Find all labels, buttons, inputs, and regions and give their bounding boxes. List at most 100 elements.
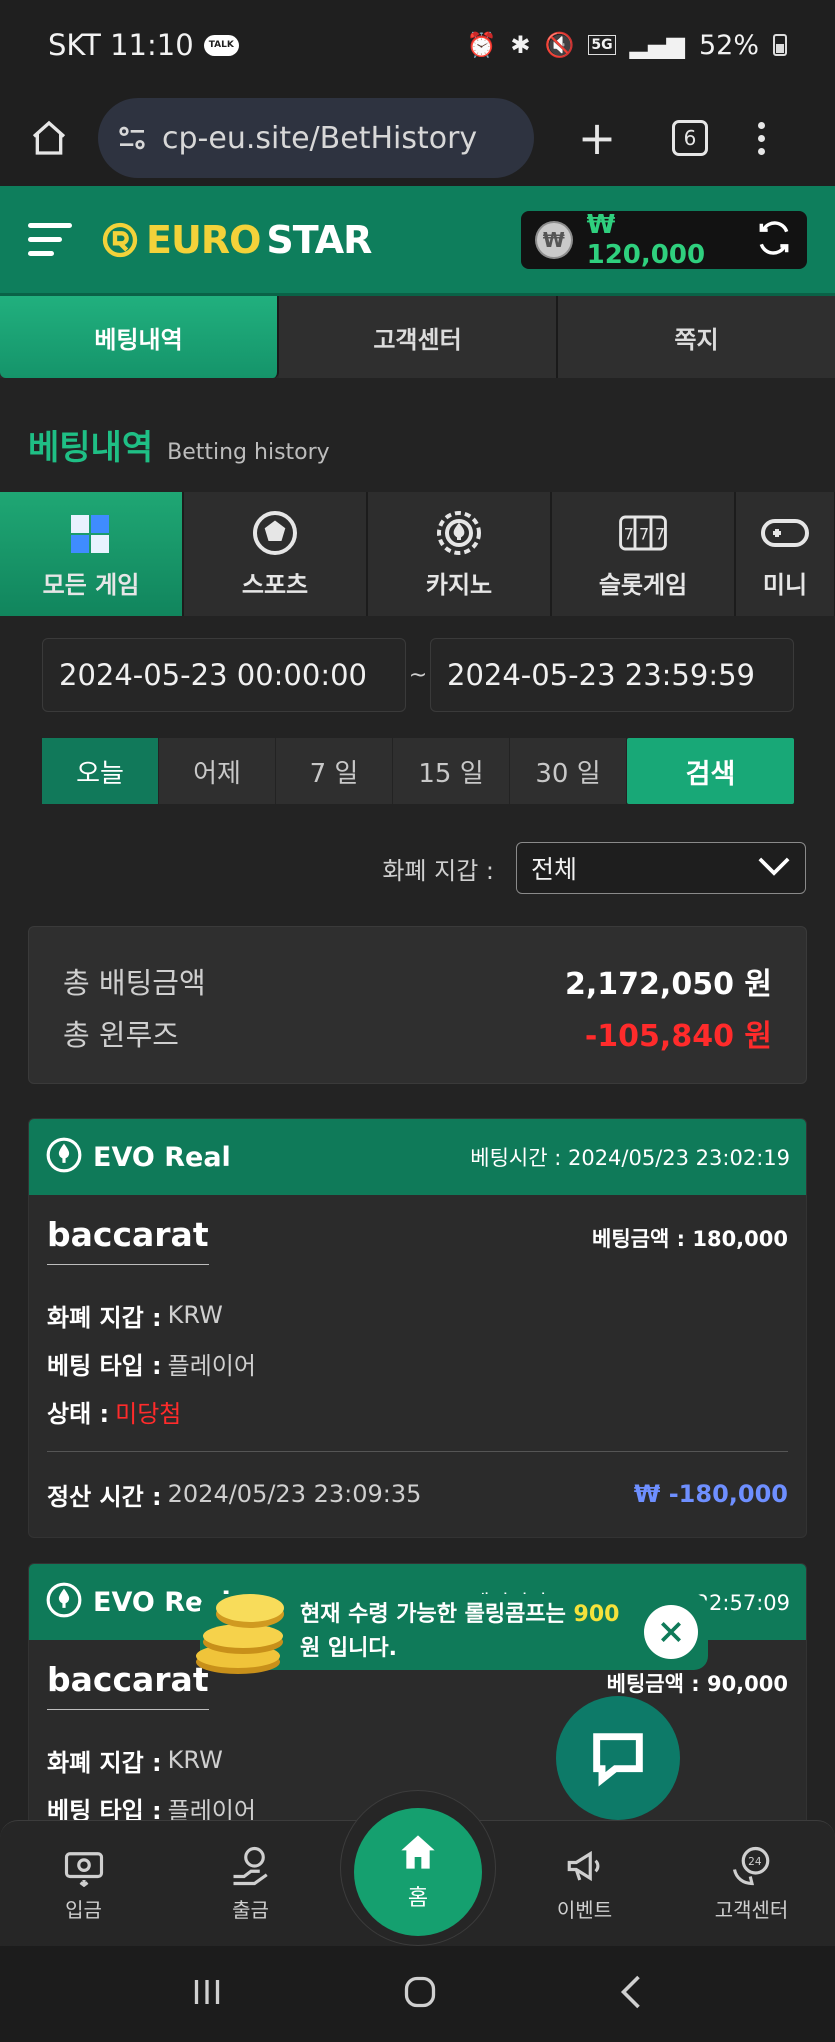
- live-chat-button[interactable]: [556, 1696, 680, 1820]
- gold-coins-icon: [188, 1584, 298, 1680]
- settle-info: 정산 시간 : 2024/05/23 23:09:35 ₩ -180,000: [47, 1452, 788, 1536]
- nav-label: 이벤트: [556, 1898, 613, 1922]
- bluetooth-icon: ✱: [510, 31, 531, 59]
- quick-range-buttons: 오늘 어제 7 일 15 일 30 일 검색: [42, 738, 794, 804]
- tab-customer-center[interactable]: 고객센터: [279, 296, 558, 378]
- category-label: 카지노: [425, 570, 493, 599]
- tab-switcher-button[interactable]: 6: [672, 120, 708, 156]
- category-label: 슬롯게임: [598, 570, 688, 599]
- category-mini[interactable]: 미니: [736, 492, 835, 616]
- svg-text:7: 7: [655, 524, 665, 543]
- svg-text:7: 7: [624, 524, 634, 543]
- site-logo[interactable]: EURO STAR: [100, 217, 372, 262]
- category-slots[interactable]: 777 슬롯게임: [552, 492, 736, 616]
- logo-star-text: STAR: [266, 217, 372, 262]
- back-icon[interactable]: [616, 1974, 646, 2014]
- currency-select-value: 전체: [531, 855, 578, 884]
- carrier-time: SKT 11:10: [48, 28, 194, 62]
- home-icon: [401, 1835, 435, 1869]
- range-7days-button[interactable]: 7 일: [276, 738, 393, 804]
- tab-messages[interactable]: 쪽지: [558, 296, 835, 378]
- nav-events[interactable]: 이벤트: [501, 1844, 668, 1923]
- settle-time: 2024/05/23 23:09:35: [167, 1480, 422, 1508]
- start-date-input[interactable]: 2024-05-23 00:00:00: [42, 638, 406, 712]
- nav-label: 홈: [407, 1886, 429, 1911]
- category-casino[interactable]: 카지노: [368, 492, 552, 616]
- support-24-icon: 24: [730, 1844, 774, 1888]
- category-label: 모든 게임: [42, 570, 140, 599]
- bet-time: 베팅시간 : 2024/05/23 23:02:19: [470, 1146, 790, 1170]
- bet-type-info: 베팅 타입 : 플레이어: [47, 1339, 788, 1387]
- casino-chip-icon: [45, 1581, 83, 1623]
- provider-name: EVO Real: [93, 1141, 231, 1173]
- nav-support[interactable]: 24 고객센터: [668, 1844, 835, 1923]
- refresh-icon[interactable]: [755, 219, 793, 261]
- toast-text: 현재 수령 가능한 롤링콤프는: [300, 1602, 574, 1627]
- site-header: EURO STAR ₩ ₩ 120,000: [0, 186, 835, 296]
- info-key: 화폐 지갑 :: [47, 1748, 162, 1777]
- game-name: baccarat: [47, 1215, 209, 1265]
- address-bar[interactable]: cp-eu.site/BetHistory: [98, 98, 534, 178]
- nav-deposit[interactable]: 입금: [0, 1844, 167, 1923]
- nav-withdraw[interactable]: 출금: [167, 1844, 334, 1923]
- grid-cubes-icon: [67, 509, 115, 557]
- tab-betting-history[interactable]: 베팅내역: [0, 296, 279, 378]
- game-name: baccarat: [47, 1660, 209, 1710]
- talk-notification-icon: TALK: [203, 34, 239, 56]
- gamepad-icon: [761, 509, 809, 557]
- settle-amount: ₩ -180,000: [633, 1480, 788, 1508]
- bet-card[interactable]: EVO Real 베팅시간 : 2024/05/23 23:02:19 bacc…: [28, 1118, 807, 1538]
- megaphone-icon: [563, 1844, 607, 1888]
- game-category-tabs: 모든 게임 스포츠 카지노 777 슬롯게임 미니: [0, 492, 835, 616]
- toast-highlight: 900: [573, 1602, 620, 1627]
- search-button[interactable]: 검색: [627, 738, 794, 804]
- menu-icon[interactable]: [28, 223, 72, 256]
- casino-chip-icon: [435, 509, 483, 557]
- currency-filter-label: 화폐 지갑 :: [382, 856, 494, 885]
- category-all-games[interactable]: 모든 게임: [0, 492, 184, 616]
- toast-text: 원 입니다.: [300, 1636, 397, 1661]
- currency-select[interactable]: 전체: [516, 842, 806, 894]
- range-30days-button[interactable]: 30 일: [510, 738, 627, 804]
- nav-home[interactable]: 홈: [354, 1808, 482, 1936]
- range-yesterday-button[interactable]: 어제: [159, 738, 276, 804]
- chevron-down-icon: [757, 854, 791, 883]
- currency-info: 화폐 지갑 : KRW: [47, 1291, 788, 1339]
- recent-apps-icon[interactable]: [189, 1976, 225, 2012]
- status-badge: 미당첨: [115, 1399, 182, 1428]
- close-icon[interactable]: [644, 1605, 698, 1659]
- balance-amount: ₩ 120,000: [586, 209, 706, 270]
- nav-label: 고객센터: [714, 1898, 789, 1922]
- new-tab-icon[interactable]: +: [572, 111, 622, 165]
- page-title-en: Betting history: [167, 440, 330, 465]
- signal-icon: ▂▄▆: [629, 31, 685, 59]
- info-key: 화폐 지갑 :: [47, 1303, 162, 1332]
- system-home-icon[interactable]: [402, 1974, 438, 2014]
- nav-label: 입금: [65, 1898, 102, 1922]
- soccer-ball-icon: [251, 509, 299, 557]
- svg-text:24: 24: [748, 1856, 762, 1868]
- nav-label: 출금: [232, 1898, 269, 1922]
- logo-euro-text: EURO: [146, 217, 261, 262]
- date-separator: ~: [408, 662, 428, 688]
- bet-summary: 총 배팅금액 2,172,050 원 총 윈루즈 -105,840 원: [28, 926, 807, 1084]
- url-text: cp-eu.site/BetHistory: [162, 120, 478, 156]
- slot-machine-icon: 777: [619, 509, 667, 557]
- currency-filter: 화폐 지갑 : 전체: [0, 842, 806, 894]
- category-sports[interactable]: 스포츠: [184, 492, 368, 616]
- toast-message: 현재 수령 가능한 롤링콤프는 900 원 입니다.: [300, 1598, 644, 1666]
- range-today-button[interactable]: 오늘: [42, 738, 159, 804]
- info-key: 베팅 타입 :: [47, 1351, 162, 1380]
- won-coin-icon: ₩: [535, 220, 573, 259]
- range-15days-button[interactable]: 15 일: [393, 738, 510, 804]
- end-date-input[interactable]: 2024-05-23 23:59:59: [430, 638, 794, 712]
- browser-home-icon[interactable]: [24, 113, 74, 163]
- info-value: KRW: [167, 1746, 223, 1774]
- browser-menu-icon[interactable]: [758, 121, 765, 155]
- alarm-icon: ⏰: [466, 31, 497, 59]
- date-range: 2024-05-23 00:00:00 ~ 2024-05-23 23:59:5…: [42, 638, 794, 712]
- site-settings-icon[interactable]: [116, 122, 148, 154]
- info-key: 정산 시간 :: [47, 1482, 162, 1511]
- info-value: KRW: [167, 1301, 223, 1329]
- status-bar: SKT 11:10 TALK ⏰ ✱ 🔇 5G ▂▄▆ 52%: [0, 0, 835, 90]
